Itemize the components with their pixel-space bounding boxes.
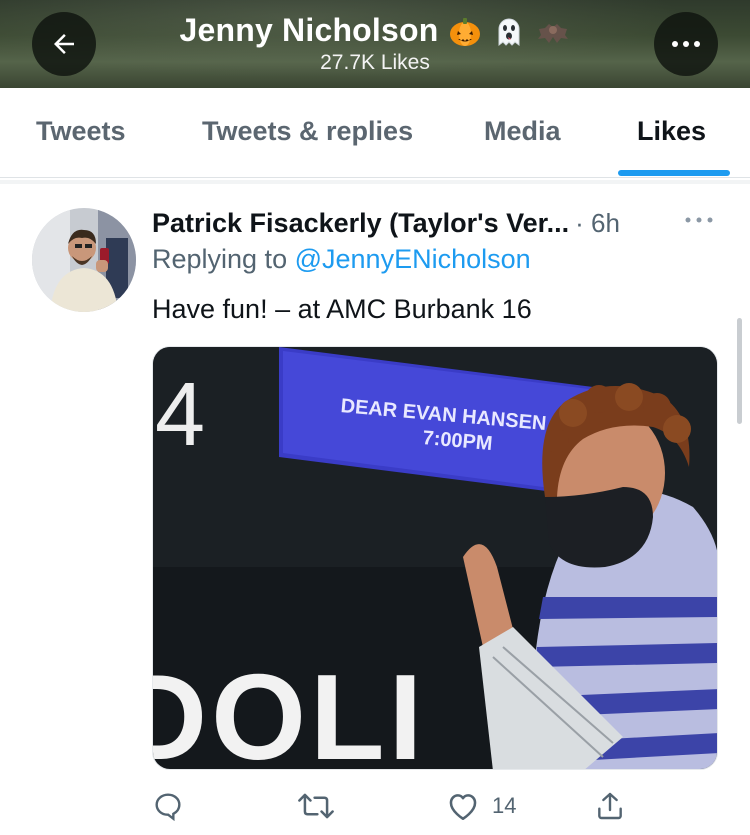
more-options-button[interactable] xyxy=(654,12,718,76)
tweet-media-photo[interactable]: DEAR EVAN HANSEN 7:00PM 4 DOLI xyxy=(152,346,718,770)
ghost-emoji-icon xyxy=(498,18,520,46)
wall-number: 4 xyxy=(155,365,205,465)
heart-icon xyxy=(449,794,477,821)
tweet-header: Patrick Fisackerly (Taylor's Ver... · 6h xyxy=(152,205,712,241)
tweet-author-name[interactable]: Patrick Fisackerly (Taylor's Ver... xyxy=(152,208,569,239)
bat-emoji-icon xyxy=(537,23,568,43)
profile-header: Jenny Nicholson 27.7K Likes xyxy=(0,0,750,88)
tweet-timestamp[interactable]: · 6h xyxy=(575,208,620,239)
more-icon xyxy=(685,217,713,223)
reply-button[interactable] xyxy=(152,786,184,826)
profile-name: Jenny Nicholson xyxy=(179,12,439,48)
retweet-button[interactable] xyxy=(298,786,334,826)
tweet-photo: DEAR EVAN HANSEN 7:00PM 4 DOLI xyxy=(153,347,717,770)
header-title-block: Jenny Nicholson 27.7K Likes xyxy=(0,12,750,75)
scrollbar[interactable] xyxy=(737,318,742,424)
share-button[interactable] xyxy=(594,786,626,826)
pumpkin-emoji-icon xyxy=(449,17,480,46)
tabs-divider xyxy=(0,180,750,184)
tab-tweets[interactable]: Tweets xyxy=(36,116,126,147)
tweet-more-button[interactable] xyxy=(682,208,716,232)
wall-logo-text: DOLI xyxy=(153,649,426,770)
like-count: 14 xyxy=(492,793,517,818)
avatar-photo xyxy=(32,208,136,312)
like-button[interactable]: 14 xyxy=(446,786,516,826)
replying-to-label: Replying to xyxy=(152,244,288,274)
replying-to: Replying to @JennyENicholson xyxy=(152,244,531,275)
tab-tweets-replies[interactable]: Tweets & replies xyxy=(202,116,413,147)
share-icon xyxy=(598,792,622,820)
tab-media[interactable]: Media xyxy=(484,116,561,147)
active-tab-indicator xyxy=(618,170,730,176)
tweet-text: Have fun! – at AMC Burbank 16 xyxy=(152,294,532,324)
likes-count: 27.7K Likes xyxy=(320,51,430,74)
reply-icon xyxy=(155,793,181,822)
more-icon xyxy=(672,41,700,47)
retweet-icon xyxy=(298,793,334,819)
profile-tabs: Tweets Tweets & replies Media Likes xyxy=(0,88,750,178)
replying-to-handle[interactable]: @JennyENicholson xyxy=(295,244,531,274)
tab-likes[interactable]: Likes xyxy=(637,116,706,147)
avatar[interactable] xyxy=(32,208,136,312)
